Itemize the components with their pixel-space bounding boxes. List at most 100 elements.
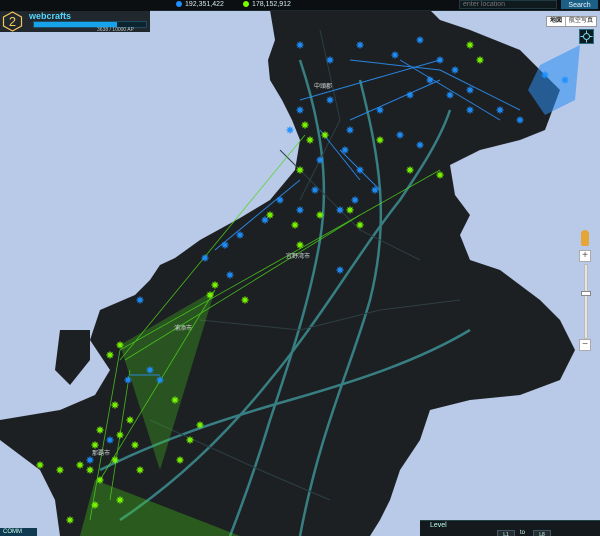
enlightened-portal-icon[interactable] — [356, 221, 364, 229]
resistance-portal-icon[interactable] — [466, 106, 474, 114]
enlightened-portal-icon[interactable] — [76, 461, 84, 469]
enlightened-portal-icon[interactable] — [86, 466, 94, 474]
map-type-satellite-button[interactable]: 航空写真 — [566, 17, 596, 26]
resistance-portal-icon[interactable] — [496, 106, 504, 114]
enlightened-portal-icon[interactable] — [176, 456, 184, 464]
enlightened-portal-icon[interactable] — [96, 476, 104, 484]
resistance-portal-icon[interactable] — [561, 76, 569, 84]
resistance-portal-icon[interactable] — [296, 106, 304, 114]
resistance-portal-icon[interactable] — [371, 186, 379, 194]
enlightened-portal-icon[interactable] — [316, 211, 324, 219]
enlightened-portal-icon[interactable] — [306, 136, 314, 144]
resistance-portal-icon[interactable] — [326, 56, 334, 64]
location-search-input[interactable] — [459, 0, 557, 9]
enlightened-portal-icon[interactable] — [186, 436, 194, 444]
resistance-portal-icon[interactable] — [316, 156, 324, 164]
resistance-portal-icon[interactable] — [376, 106, 384, 114]
level-from-select[interactable]: L1 — [497, 530, 515, 536]
comm-tab[interactable]: COMM — [0, 528, 37, 536]
enlightened-portal-icon[interactable] — [111, 456, 119, 464]
resistance-portal-icon[interactable] — [336, 266, 344, 274]
locate-me-icon[interactable] — [579, 29, 594, 44]
enlightened-portal-icon[interactable] — [116, 496, 124, 504]
street-view-pegman-icon[interactable] — [581, 230, 589, 246]
resistance-portal-icon[interactable] — [286, 126, 294, 134]
resistance-portal-icon[interactable] — [346, 126, 354, 134]
resistance-portal-icon[interactable] — [436, 56, 444, 64]
enlightened-portal-icon[interactable] — [91, 501, 99, 509]
resistance-portal-icon[interactable] — [396, 131, 404, 139]
resistance-portal-icon[interactable] — [391, 51, 399, 59]
player-name[interactable]: webcrafts — [29, 11, 71, 21]
enlightened-portal-icon[interactable] — [171, 396, 179, 404]
resistance-portal-icon[interactable] — [446, 91, 454, 99]
enlightened-portal-icon[interactable] — [106, 351, 114, 359]
resistance-portal-icon[interactable] — [541, 71, 549, 79]
enlightened-portal-icon[interactable] — [376, 136, 384, 144]
enlightened-portal-icon[interactable] — [111, 401, 119, 409]
zoom-slider-track[interactable] — [584, 264, 588, 339]
enlightened-portal-icon[interactable] — [56, 466, 64, 474]
resistance-portal-icon[interactable] — [356, 41, 364, 49]
enlightened-portal-icon[interactable] — [66, 516, 74, 524]
resistance-portal-icon[interactable] — [336, 206, 344, 214]
resistance-portal-icon[interactable] — [106, 436, 114, 444]
resistance-portal-icon[interactable] — [406, 91, 414, 99]
enlightened-portal-icon[interactable] — [466, 41, 474, 49]
enlightened-portal-icon[interactable] — [206, 291, 214, 299]
enlightened-portal-icon[interactable] — [436, 171, 444, 179]
resistance-portal-icon[interactable] — [416, 141, 424, 149]
resistance-portal-icon[interactable] — [351, 196, 359, 204]
enlightened-portal-icon[interactable] — [296, 166, 304, 174]
level-to-select[interactable]: L8 — [533, 530, 551, 536]
resistance-portal-icon[interactable] — [136, 296, 144, 304]
enlightened-portal-icon[interactable] — [211, 281, 219, 289]
enlightened-portal-icon[interactable] — [91, 441, 99, 449]
resistance-portal-icon[interactable] — [201, 254, 209, 262]
resistance-portal-icon[interactable] — [341, 146, 349, 154]
resistance-portal-icon[interactable] — [221, 241, 229, 249]
resistance-portal-icon[interactable] — [146, 366, 154, 374]
enlightened-portal-icon[interactable] — [301, 121, 309, 129]
enlightened-portal-icon[interactable] — [291, 221, 299, 229]
enlightened-portal-icon[interactable] — [346, 206, 354, 214]
enlightened-portal-icon[interactable] — [476, 56, 484, 64]
enlightened-portal-icon[interactable] — [196, 421, 204, 429]
resistance-portal-icon[interactable] — [236, 231, 244, 239]
zoom-slider-handle[interactable] — [581, 291, 591, 296]
enlightened-portal-icon[interactable] — [136, 466, 144, 474]
enlightened-portal-icon[interactable] — [116, 431, 124, 439]
resistance-portal-icon[interactable] — [426, 76, 434, 84]
resistance-portal-icon[interactable] — [276, 196, 284, 204]
resistance-portal-icon[interactable] — [516, 116, 524, 124]
resistance-portal-icon[interactable] — [311, 186, 319, 194]
resistance-portal-icon[interactable] — [261, 216, 269, 224]
enlightened-portal-icon[interactable] — [241, 296, 249, 304]
enlightened-portal-icon[interactable] — [36, 461, 44, 469]
resistance-portal-icon[interactable] — [416, 36, 424, 44]
enlightened-portal-icon[interactable] — [296, 241, 304, 249]
resistance-portal-icon[interactable] — [326, 96, 334, 104]
resistance-portal-icon[interactable] — [356, 166, 364, 174]
enlightened-portal-icon[interactable] — [126, 416, 134, 424]
place-label-urasoe: 浦添市 — [174, 324, 192, 332]
resistance-portal-icon[interactable] — [296, 41, 304, 49]
map-type-map-button[interactable]: 地図 — [547, 17, 567, 26]
search-button[interactable]: Search — [561, 0, 598, 9]
resistance-portal-icon[interactable] — [124, 376, 132, 384]
zoom-in-button[interactable]: + — [579, 250, 591, 262]
resistance-portal-icon[interactable] — [226, 271, 234, 279]
zoom-out-button[interactable]: − — [579, 339, 591, 351]
map-canvas[interactable]: 中頭郡 宜野湾市 浦添市 那覇市 — [0, 0, 600, 536]
resistance-portal-icon[interactable] — [296, 206, 304, 214]
enlightened-portal-icon[interactable] — [96, 426, 104, 434]
enlightened-portal-icon[interactable] — [266, 211, 274, 219]
resistance-portal-icon[interactable] — [451, 66, 459, 74]
resistance-portal-icon[interactable] — [86, 456, 94, 464]
resistance-portal-icon[interactable] — [466, 86, 474, 94]
resistance-portal-icon[interactable] — [156, 376, 164, 384]
enlightened-portal-icon[interactable] — [321, 131, 329, 139]
enlightened-portal-icon[interactable] — [131, 441, 139, 449]
enlightened-portal-icon[interactable] — [406, 166, 414, 174]
enlightened-portal-icon[interactable] — [116, 341, 124, 349]
